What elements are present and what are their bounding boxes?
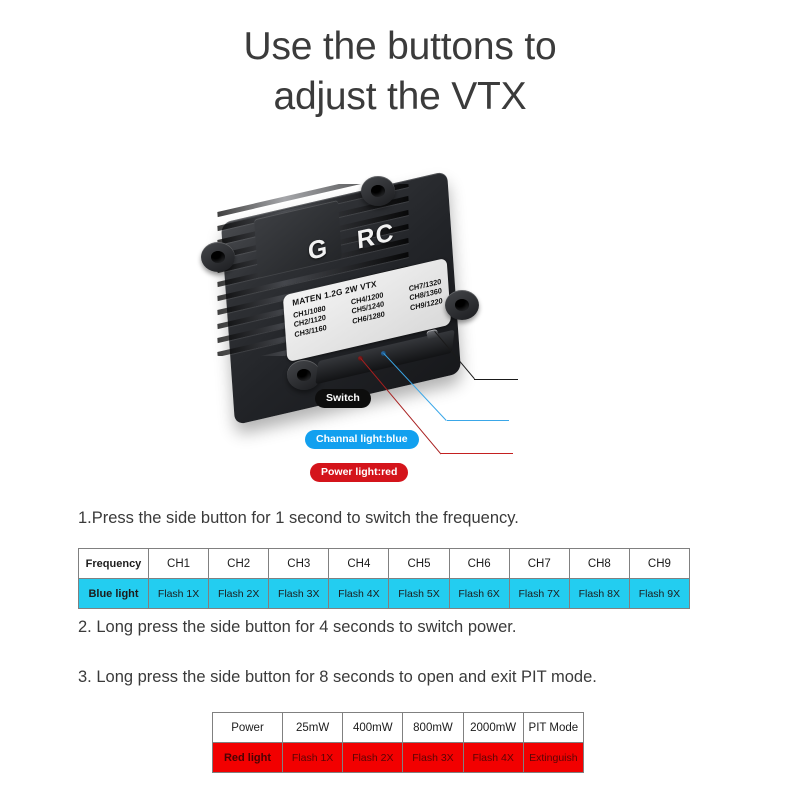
table-cell: Flash 6X xyxy=(448,578,510,609)
power-light-leader-line xyxy=(441,453,513,454)
callout-power-light-label: Power light:red xyxy=(321,466,398,478)
instruction-step-1: 1.Press the side button for 1 second to … xyxy=(78,509,519,527)
brand-logo-left: G xyxy=(307,233,330,267)
page-title: Use the buttons to adjust the VTX xyxy=(0,22,800,122)
table-cell: Flash 3X xyxy=(268,578,330,609)
table-cell: CH8 xyxy=(568,548,630,579)
table-cell: CH3 xyxy=(268,548,330,579)
callout-switch-label: Switch xyxy=(326,392,360,404)
table-cell: 2000mW xyxy=(462,712,524,743)
table-cell: Flash 4X xyxy=(328,578,390,609)
table-cell: Flash 8X xyxy=(568,578,630,609)
vtx-device-illustration: G__RC MATEN 1.2G 2W VTX CH1/1080 CH4/120… xyxy=(195,170,505,460)
table-cell: Flash 3X xyxy=(402,742,464,773)
table-cell: 800mW xyxy=(402,712,464,743)
table-cell: 400mW xyxy=(342,712,404,743)
frequency-table: Frequency CH1 CH2 CH3 CH4 CH5 CH6 CH7 CH… xyxy=(78,548,691,609)
table-cell: Extinguish xyxy=(522,742,585,773)
red-light-row-label: Red light xyxy=(212,742,283,773)
callout-channel-light-label: Channal light:blue xyxy=(316,433,408,445)
table-cell: Flash 1X xyxy=(281,742,344,773)
page-title-line-1: Use the buttons to xyxy=(243,25,557,68)
table-cell: Flash 9X xyxy=(628,578,691,609)
channel-light-leader-line xyxy=(447,420,509,421)
table-cell: Flash 2X xyxy=(208,578,270,609)
table-cell: CH4 xyxy=(328,548,390,579)
power-row-label: Power xyxy=(212,712,283,743)
mounting-hole xyxy=(201,242,235,272)
product-figure: G__RC MATEN 1.2G 2W VTX CH1/1080 CH4/120… xyxy=(195,170,625,500)
table-cell: PIT Mode xyxy=(522,712,585,743)
table-cell: CH2 xyxy=(208,548,270,579)
instruction-step-2: 2. Long press the side button for 4 seco… xyxy=(78,618,517,636)
switch-leader-line xyxy=(474,379,518,380)
frequency-row-label: Frequency xyxy=(78,548,149,579)
table-cell: Flash 4X xyxy=(462,742,524,773)
power-table: Power 25mW 400mW 800mW 2000mW PIT Mode R… xyxy=(212,712,585,773)
table-cell: 25mW xyxy=(281,712,344,743)
table-cell: Flash 7X xyxy=(508,578,570,609)
callout-channel-light: Channal light:blue xyxy=(305,430,419,449)
table-row: Frequency CH1 CH2 CH3 CH4 CH5 CH6 CH7 CH… xyxy=(78,548,691,579)
table-row: Red light Flash 1X Flash 2X Flash 3X Fla… xyxy=(212,742,585,773)
table-cell: CH6 xyxy=(448,548,510,579)
callout-power-light: Power light:red xyxy=(310,463,409,482)
table-cell: CH1 xyxy=(147,548,210,579)
table-row: Power 25mW 400mW 800mW 2000mW PIT Mode xyxy=(212,712,585,743)
mounting-hole xyxy=(361,176,395,206)
mounting-hole xyxy=(445,290,479,320)
table-cell: Flash 1X xyxy=(147,578,210,609)
callout-switch: Switch xyxy=(315,389,371,408)
page-title-line-2: adjust the VTX xyxy=(273,75,527,118)
table-cell: Flash 5X xyxy=(388,578,450,609)
table-cell: CH9 xyxy=(628,548,691,579)
table-cell: CH5 xyxy=(388,548,450,579)
table-cell: CH7 xyxy=(508,548,570,579)
instruction-step-3: 3. Long press the side button for 8 seco… xyxy=(78,668,597,686)
table-cell: Flash 2X xyxy=(342,742,404,773)
table-row: Blue light Flash 1X Flash 2X Flash 3X Fl… xyxy=(78,578,691,609)
blue-light-row-label: Blue light xyxy=(78,578,149,609)
